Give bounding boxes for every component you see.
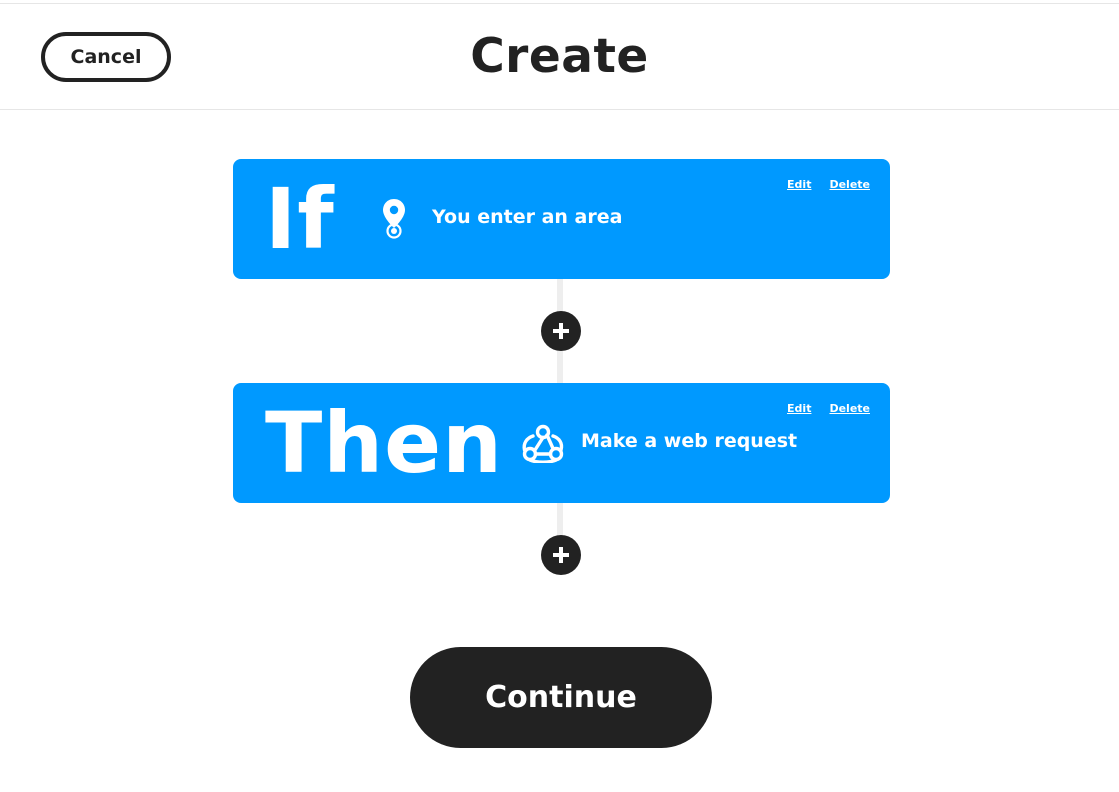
create-applet-page: Cancel Create If You enter an area Edit … [0,0,1119,792]
header: Cancel Create [0,3,1119,110]
location-pin-icon [381,197,407,245]
trigger-delete-link[interactable]: Delete [829,178,870,191]
add-step-button[interactable] [541,311,581,351]
then-keyword: Then [265,394,503,492]
action-label: Make a web request [581,430,798,452]
if-keyword: If [265,170,335,268]
action-card[interactable]: Then Make a web request Edit Delete [233,383,890,503]
action-actions: Edit Delete [787,402,870,415]
trigger-label: You enter an area [432,206,623,228]
webhook-icon [521,423,565,467]
page-title: Create [470,29,649,84]
trigger-actions: Edit Delete [787,178,870,191]
trigger-card[interactable]: If You enter an area Edit Delete [233,159,890,279]
trigger-edit-link[interactable]: Edit [787,178,811,191]
action-edit-link[interactable]: Edit [787,402,811,415]
action-delete-link[interactable]: Delete [829,402,870,415]
plus-icon [553,547,569,563]
add-step-button[interactable] [541,535,581,575]
plus-icon [553,323,569,339]
continue-button[interactable]: Continue [410,647,712,748]
